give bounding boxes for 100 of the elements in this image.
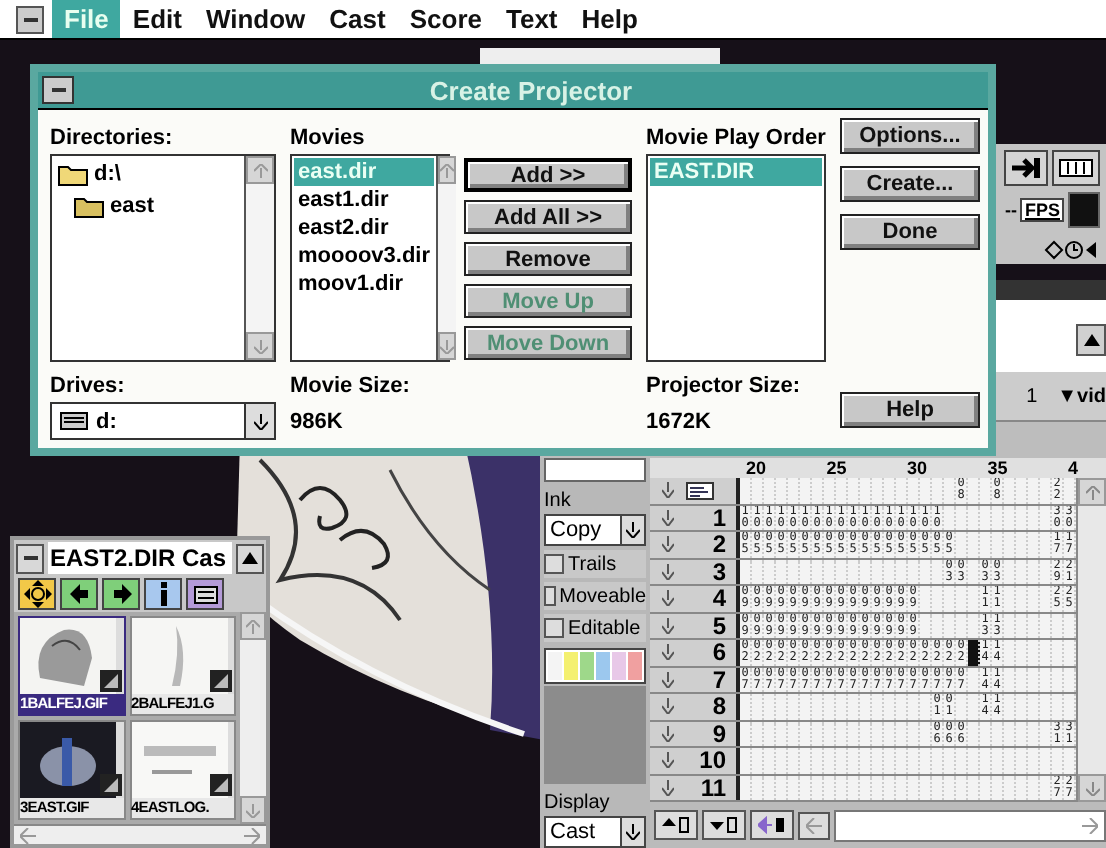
arrow-icon[interactable] [662, 509, 674, 526]
display-dropdown[interactable]: Cast [544, 816, 646, 848]
maximize-icon[interactable] [236, 543, 264, 573]
option-checkbox[interactable]: Moveable [544, 582, 646, 610]
scroll-left-icon[interactable] [798, 811, 830, 839]
bitmap-icon [99, 670, 121, 692]
ink-label: Ink [544, 490, 573, 512]
drives-label: Drives: [50, 374, 127, 402]
channel-header[interactable]: 11 [650, 775, 740, 800]
channel-header[interactable]: 4 [650, 586, 740, 611]
checkbox[interactable] [544, 586, 556, 606]
movie-item[interactable]: moooov3.dir [294, 242, 435, 270]
channel-header[interactable]: 1 [650, 505, 740, 530]
channel-number: 7 [710, 667, 726, 692]
dropdown-arrow-icon[interactable] [626, 824, 640, 840]
drive-dropdown[interactable]: d: [50, 402, 276, 440]
movie-item[interactable]: moov1.dir [294, 270, 435, 298]
projector-size-label: Projector Size: [646, 374, 803, 402]
scroll-up-icon[interactable] [1076, 324, 1106, 356]
arrow-icon[interactable] [662, 563, 674, 580]
channel-header[interactable]: 6 [650, 640, 740, 665]
channel-number: 6 [710, 640, 726, 665]
arrow-icon[interactable] [662, 725, 674, 742]
movie-item[interactable]: east2.dir [294, 214, 435, 242]
frame-number: 4 [1067, 458, 1078, 478]
arrow-icon[interactable] [662, 644, 674, 661]
move-down-icon[interactable] [702, 810, 746, 840]
dialog-button[interactable]: Add >> [464, 158, 632, 192]
system-menu-icon[interactable] [42, 76, 74, 104]
menu-item[interactable]: Cast [317, 0, 398, 38]
arrow-icon[interactable] [662, 698, 674, 715]
channel-header[interactable]: 3 [650, 559, 740, 584]
channel-number: 5 [710, 613, 726, 638]
ink-dropdown[interactable]: Copy [544, 514, 646, 546]
arrow-icon[interactable] [662, 779, 674, 796]
channel-menu[interactable]: ▼vid [1057, 385, 1106, 407]
tempo-unit[interactable]: FPS [1020, 198, 1064, 222]
system-menu-icon[interactable] [16, 5, 44, 33]
movies-label: Movies [290, 126, 367, 154]
color-palette[interactable] [544, 648, 646, 684]
menu-item[interactable]: Score [397, 0, 494, 38]
arrow-icon[interactable] [662, 536, 674, 553]
option-checkbox[interactable]: Editable [544, 614, 646, 642]
info-icon[interactable] [144, 578, 182, 610]
menu-item[interactable]: Help [569, 0, 650, 38]
dialog-button[interactable]: Done [840, 214, 980, 250]
drive-value: d: [96, 409, 119, 433]
menu-item[interactable]: Window [193, 0, 318, 38]
channel-header[interactable]: 7 [650, 667, 740, 692]
arrow-icon[interactable] [662, 752, 674, 769]
drag-handle-icon[interactable] [18, 578, 56, 610]
menu-item[interactable]: Text [494, 0, 570, 38]
arrow-icon[interactable] [662, 617, 674, 634]
bitmap-icon [210, 670, 232, 692]
next-icon[interactable] [102, 578, 140, 610]
horizontal-scrollbar[interactable] [834, 809, 1106, 841]
option-label: Editable [568, 617, 641, 639]
dialog-button[interactable]: Add All >> [464, 200, 632, 234]
channel-header[interactable]: 2 [650, 532, 740, 557]
movie-size-label: Movie Size: [290, 374, 412, 402]
selected-cell[interactable] [968, 640, 980, 665]
frame-number: 30 [906, 458, 927, 478]
color-swatch[interactable] [1068, 192, 1100, 228]
dialog-button[interactable]: Remove [464, 242, 632, 276]
help-button[interactable]: Help [840, 392, 980, 428]
window-menu-icon[interactable] [16, 543, 44, 573]
directories-label: Directories: [50, 126, 175, 154]
script-icon[interactable] [186, 578, 224, 610]
channel-number: 4 [710, 586, 726, 611]
arrow-icon[interactable] [662, 590, 674, 607]
dialog-button[interactable]: Create... [840, 166, 980, 202]
arrow-icon[interactable] [662, 482, 674, 499]
projector-size-value: 1672K [646, 410, 713, 434]
insert-frame-icon[interactable] [750, 810, 794, 840]
directory-item[interactable]: d:\ [54, 158, 242, 190]
checkbox[interactable] [544, 618, 564, 638]
step-forward-icon[interactable] [1004, 150, 1048, 186]
scroll-down-icon[interactable] [438, 332, 457, 360]
arrow-icon[interactable] [662, 671, 674, 688]
folder-icon [58, 163, 88, 185]
dropdown-arrow-icon[interactable] [626, 522, 640, 538]
directory-list[interactable]: d:\ east [50, 154, 276, 362]
movie-list[interactable]: east.dir east1.dir east2.dir moooov3.dir moov1.dir [290, 154, 450, 362]
scroll-right-icon[interactable] [1082, 817, 1098, 833]
movie-item[interactable]: east1.dir [294, 186, 435, 214]
channel-header[interactable]: 9 [650, 721, 740, 746]
channel-header[interactable]: 8 [650, 694, 740, 719]
option-checkbox[interactable]: Trails [544, 550, 646, 578]
move-up-icon[interactable] [654, 810, 698, 840]
directory-item[interactable]: east [54, 190, 242, 222]
menu-item[interactable]: Edit [120, 0, 194, 38]
channel-header[interactable]: 5 [650, 613, 740, 638]
film-strip-icon[interactable] [1052, 150, 1100, 186]
channel-number: 9 [710, 721, 726, 746]
checkbox[interactable] [544, 554, 564, 574]
folder-icon [74, 195, 104, 217]
channel-header[interactable]: 10 [650, 748, 740, 773]
previous-icon[interactable] [60, 578, 98, 610]
drive-icon [60, 412, 88, 430]
dialog-button[interactable]: Options... [840, 118, 980, 154]
